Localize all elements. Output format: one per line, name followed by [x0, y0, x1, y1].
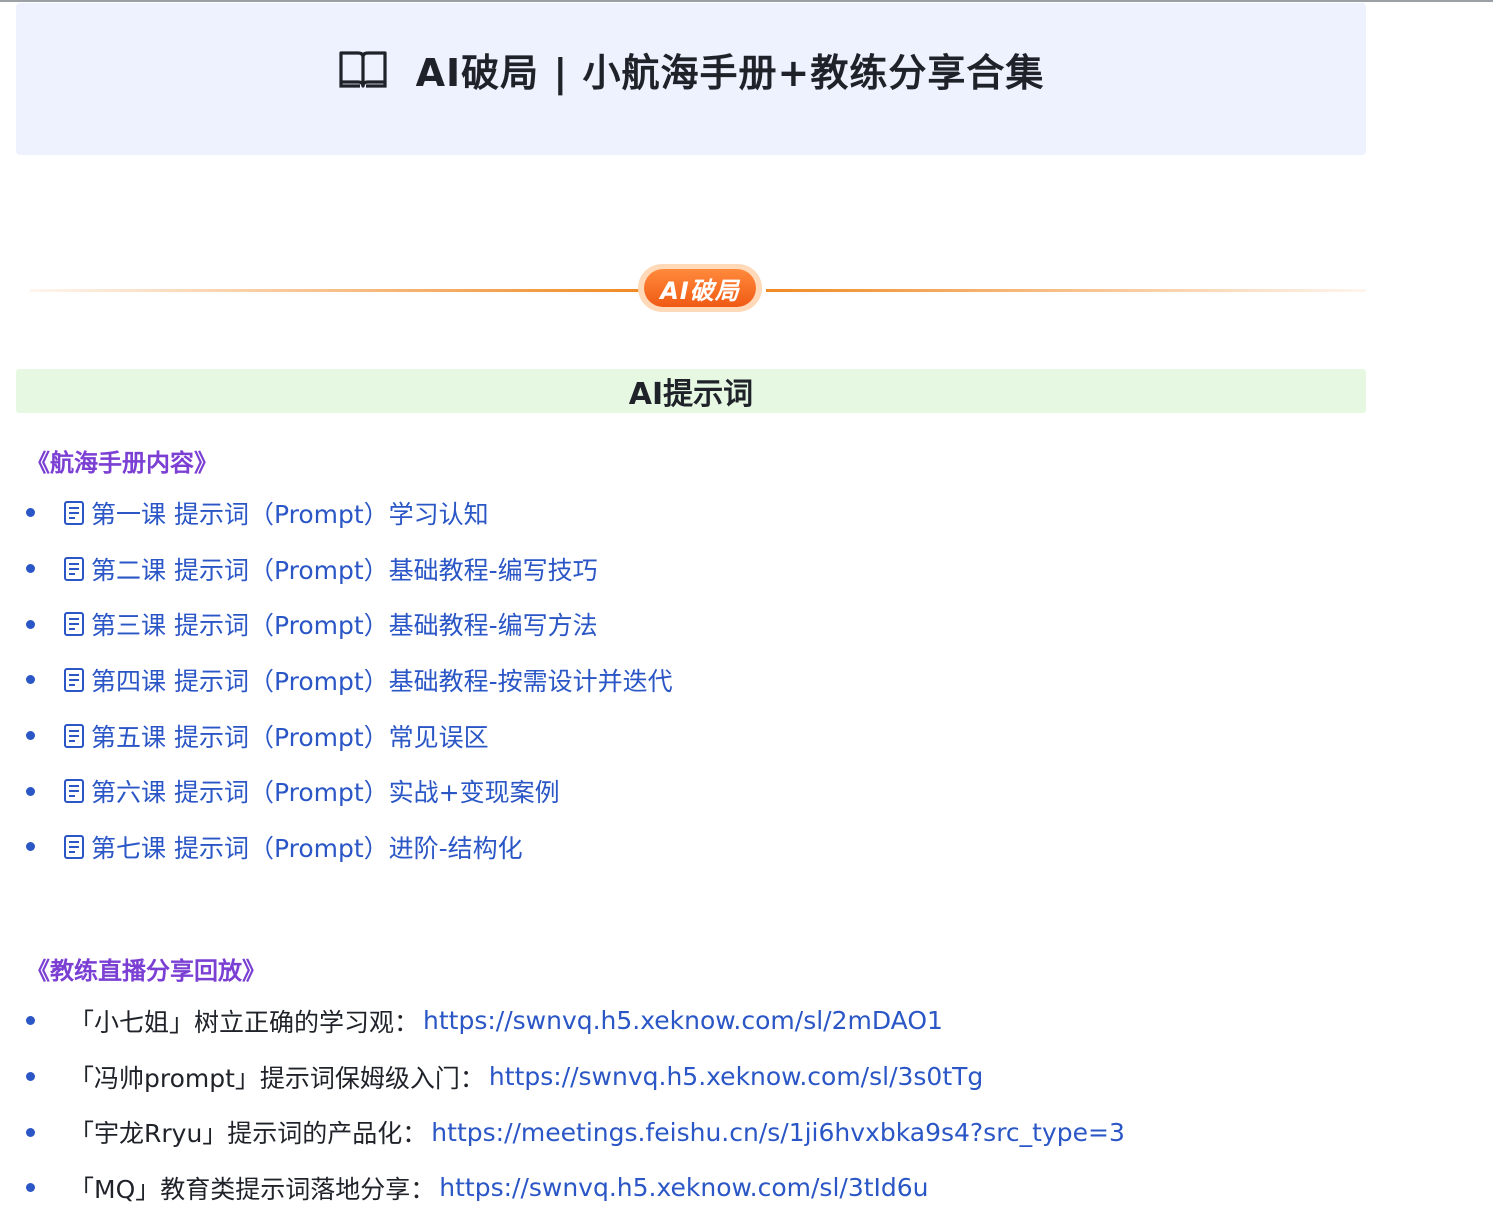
replay-label: 「MQ」教育类提示词落地分享：	[69, 1174, 436, 1204]
page-title: AI破局 | 小航海手册+教练分享合集	[415, 50, 1045, 95]
divider-line-left	[30, 289, 640, 292]
doc-icon	[64, 834, 84, 859]
section-heading: AI提示词	[16, 369, 1366, 413]
manual-list: 第一课 提示词（Prompt）学习认知 第二课 提示词（Prompt）基础教程-…	[22, 485, 673, 875]
divider-line-right	[766, 289, 1366, 292]
doc-link[interactable]: 第七课 提示词（Prompt）进阶-结构化	[91, 829, 523, 865]
bullet-icon	[26, 675, 35, 685]
divider-badge: AI破局	[638, 264, 762, 312]
bullet-icon	[26, 508, 35, 518]
doc-link[interactable]: 第三课 提示词（Prompt）基础教程-编写方法	[91, 606, 598, 642]
list-item: 第二课 提示词（Prompt）基础教程-编写技巧	[22, 541, 673, 597]
bullet-icon	[26, 786, 35, 796]
manual-subheading: 《航海手册内容》	[26, 449, 218, 477]
doc-link[interactable]: 第六课 提示词（Prompt）实战+变现案例	[91, 773, 560, 809]
bullet-icon	[26, 564, 35, 574]
title-wrap: AI破局 | 小航海手册+教练分享合集	[338, 42, 1045, 97]
replays-list: 「小七姐」树立正确的学习观： https://swnvq.h5.xeknow.c…	[22, 993, 1125, 1216]
title-banner: AI破局 | 小航海手册+教练分享合集	[16, 3, 1366, 155]
bullet-icon	[26, 731, 35, 741]
doc-icon	[64, 723, 84, 748]
divider-badge-label: AI破局	[644, 269, 756, 307]
list-item: 「冯帅prompt」提示词保姆级入门： https://swnvq.h5.xek…	[22, 1049, 1125, 1105]
bullet-icon	[26, 1183, 35, 1193]
bullet-icon	[26, 619, 35, 629]
doc-link[interactable]: 第二课 提示词（Prompt）基础教程-编写技巧	[91, 551, 598, 587]
bullet-icon	[26, 842, 35, 852]
doc-link[interactable]: 第五课 提示词（Prompt）常见误区	[91, 718, 489, 754]
doc-icon	[64, 612, 84, 637]
bullet-icon	[26, 1127, 35, 1137]
section-divider: AI破局	[30, 264, 1366, 316]
replay-link[interactable]: https://meetings.feishu.cn/s/1ji6hvxbka9…	[431, 1118, 1125, 1147]
doc-icon	[64, 500, 84, 525]
replay-label: 「宇龙Rryu」提示词的产品化：	[69, 1119, 428, 1149]
replay-link[interactable]: https://swnvq.h5.xeknow.com/sl/3tId6u	[439, 1173, 928, 1202]
list-item: 「宇龙Rryu」提示词的产品化： https://meetings.feishu…	[22, 1104, 1125, 1160]
replay-label: 「小七姐」树立正确的学习观：	[69, 1007, 420, 1037]
list-item: 第七课 提示词（Prompt）进阶-结构化	[22, 819, 673, 875]
doc-icon	[64, 667, 84, 692]
list-item: 「小七姐」树立正确的学习观： https://swnvq.h5.xeknow.c…	[22, 993, 1125, 1049]
doc-icon	[64, 779, 84, 804]
top-border	[0, 0, 1493, 2]
replay-link[interactable]: https://swnvq.h5.xeknow.com/sl/3s0tTg	[489, 1062, 983, 1091]
replay-link[interactable]: https://swnvq.h5.xeknow.com/sl/2mDAO1	[423, 1006, 943, 1035]
bullet-icon	[26, 1072, 35, 1082]
bullet-icon	[26, 1016, 35, 1026]
list-item: 第六课 提示词（Prompt）实战+变现案例	[22, 763, 673, 819]
doc-link[interactable]: 第一课 提示词（Prompt）学习认知	[91, 495, 489, 531]
doc-link[interactable]: 第四课 提示词（Prompt）基础教程-按需设计并迭代	[91, 662, 673, 698]
list-item: 「MQ」教育类提示词落地分享： https://swnvq.h5.xeknow.…	[22, 1160, 1125, 1216]
list-item: 第三课 提示词（Prompt）基础教程-编写方法	[22, 596, 673, 652]
open-book-icon	[339, 51, 387, 88]
replays-subheading: 《教练直播分享回放》	[26, 957, 266, 985]
list-item: 第五课 提示词（Prompt）常见误区	[22, 708, 673, 764]
doc-icon	[64, 556, 84, 581]
list-item: 第四课 提示词（Prompt）基础教程-按需设计并迭代	[22, 652, 673, 708]
replay-label: 「冯帅prompt」提示词保姆级入门：	[69, 1063, 485, 1093]
list-item: 第一课 提示词（Prompt）学习认知	[22, 485, 673, 541]
